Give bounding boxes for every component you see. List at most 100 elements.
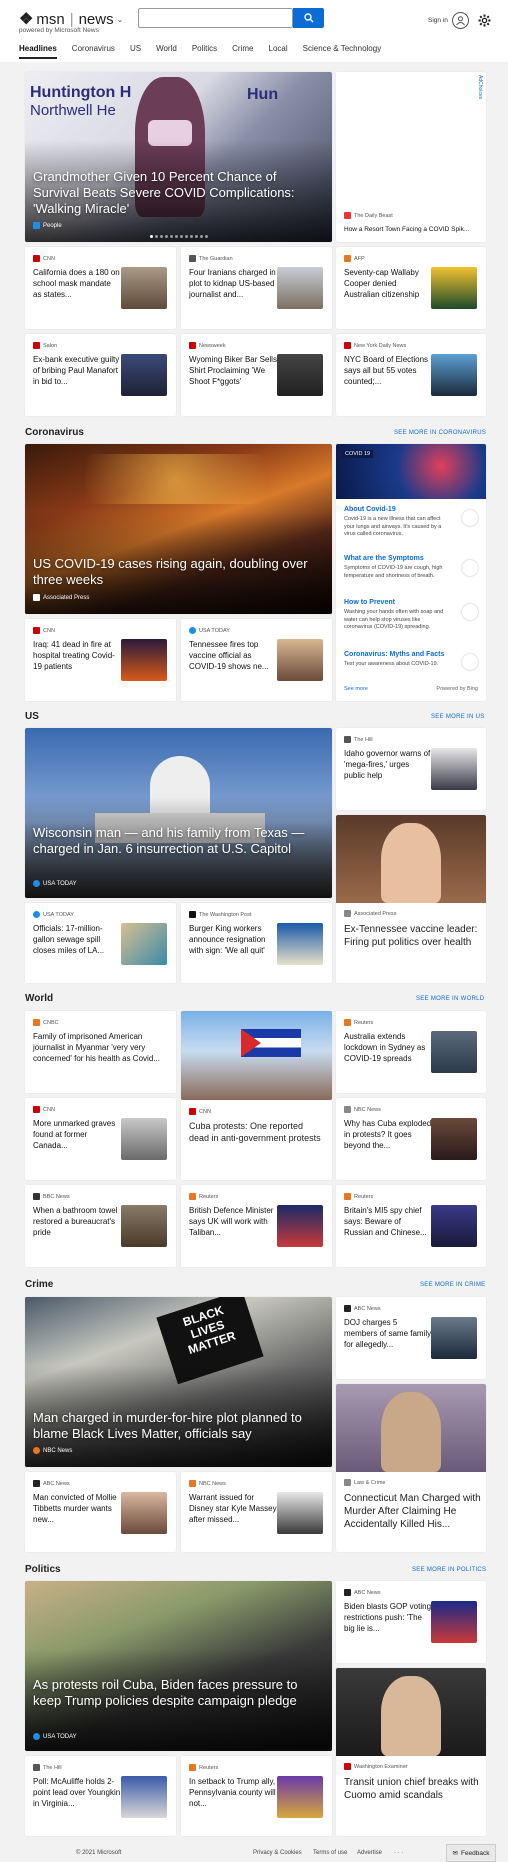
coronavirus-hero-card[interactable]: US COVID-19 cases rising again, doubling… — [25, 444, 332, 614]
ad-title[interactable]: How a Resort Town Facing a COVID Spik... — [344, 226, 469, 233]
thumbnail — [121, 1492, 167, 1534]
news-card[interactable]: The Hill Idaho governor warns of 'mega-f… — [336, 728, 486, 810]
news-card[interactable]: CNN California does a 180 on school mask… — [25, 247, 176, 329]
covid-myths[interactable]: Coronavirus: Myths and Facts Test your aw… — [344, 651, 474, 669]
news-card[interactable]: CNN More unmarked graves found at former… — [25, 1098, 176, 1180]
news-card[interactable]: Reuters British Defence Minister says UK… — [181, 1185, 332, 1267]
thumbnail — [431, 354, 477, 396]
nav-headlines[interactable]: Headlines — [19, 44, 57, 59]
feedback-icon: ✉ — [452, 1850, 458, 1857]
thumbnail — [431, 1031, 477, 1073]
news-card-large[interactable]: Law & Crime Connecticut Man Charged with… — [336, 1384, 486, 1552]
gear-icon[interactable] — [476, 12, 492, 28]
signin-link[interactable]: Sign in — [428, 17, 448, 24]
news-card[interactable]: NBC News Why has Cuba exploded in protes… — [336, 1098, 486, 1180]
news-card[interactable]: The Washington Post Burger King workers … — [181, 903, 332, 983]
thumbnail — [431, 1601, 477, 1643]
search-icon — [303, 13, 313, 23]
crime-hero-card[interactable]: BLACK LIVES MATTER Man charged in murder… — [25, 1297, 332, 1467]
covid-see-more[interactable]: See more — [344, 686, 368, 692]
thumbnail — [431, 1118, 477, 1160]
thumbnail — [431, 267, 477, 309]
nav-coronavirus[interactable]: Coronavirus — [72, 44, 115, 59]
news-card[interactable]: ABC News Biden blasts GOP voting restric… — [336, 1581, 486, 1663]
header: ❖ msn | news ⌄ powered by Microsoft News… — [0, 0, 508, 62]
news-card[interactable]: ABC News DOJ charges 5 members of same f… — [336, 1297, 486, 1379]
nav-world[interactable]: World — [156, 44, 177, 59]
hero-title[interactable]: Man charged in murder-for-hire plot plan… — [33, 1410, 323, 1442]
news-card[interactable]: AFP Seventy-cap Wallaby Cooper denied Au… — [336, 247, 486, 329]
news-card[interactable]: USA TODAY Officials: 17-million-gallon s… — [25, 903, 176, 983]
hero-card[interactable]: Huntington H Northwell He Hun Grandmothe… — [25, 72, 332, 242]
news-card[interactable]: NBC News Warrant issued for Disney star … — [181, 1472, 332, 1552]
see-more-us[interactable]: SEE MORE IN US — [431, 714, 485, 720]
see-more-world[interactable]: SEE MORE IN WORLD — [416, 996, 484, 1002]
covid-about[interactable]: About Covid-19 Covid-19 is a new illness … — [344, 506, 474, 539]
see-more-coronavirus[interactable]: SEE MORE IN CORONAVIRUS — [394, 430, 486, 436]
butterfly-icon: ❖ — [19, 11, 34, 28]
news-card[interactable]: The Guardian Four Iranians charged in pl… — [181, 247, 332, 329]
news-card[interactable]: New York Daily News NYC Board of Electio… — [336, 334, 486, 416]
news-card-large[interactable]: Associated Press Ex-Tennessee vaccine le… — [336, 815, 486, 983]
msn-logo[interactable]: ❖ msn | news ⌄ — [19, 9, 123, 29]
news-card[interactable]: ABC News Man convicted of Mollie Tibbett… — [25, 1472, 176, 1552]
see-more-politics[interactable]: SEE MORE IN POLITICS — [412, 1567, 486, 1573]
news-card-text[interactable]: CNBC Family of imprisoned American journ… — [25, 1011, 176, 1093]
section-title-world: World — [25, 993, 54, 1004]
person-photo — [381, 823, 441, 903]
lungs-icon — [462, 510, 478, 526]
feedback-button[interactable]: ✉ Feedback — [446, 1844, 496, 1862]
see-more-crime[interactable]: SEE MORE IN CRIME — [420, 1282, 485, 1288]
handwash-icon — [462, 604, 478, 620]
section-title-us: US — [25, 711, 39, 722]
copyright: © 2021 Microsoft — [76, 1850, 122, 1856]
news-card[interactable]: Salon Ex-bank executive guilty of bribin… — [25, 334, 176, 416]
covid-symptoms[interactable]: What are the Symptoms Symptoms of COVID-1… — [344, 555, 474, 580]
privacy-link[interactable]: Privacy & Cookies — [253, 1850, 302, 1856]
thumbnail — [431, 1205, 477, 1247]
news-card[interactable]: BBC News When a bathroom towel restored … — [25, 1185, 176, 1267]
thumbnail — [431, 748, 477, 790]
news-card[interactable]: Reuters In setback to Trump ally, Pennsy… — [181, 1756, 332, 1836]
news-card[interactable]: Newsweek Wyoming Biker Bar Sells Shirt P… — [181, 334, 332, 416]
news-card-text[interactable]: CNN Cuba protests: One reported dead in … — [181, 1100, 332, 1180]
search-button[interactable] — [293, 8, 324, 28]
image-card[interactable] — [181, 1011, 332, 1100]
news-card[interactable]: CNN Iraq: 41 dead in fire at hospital tr… — [25, 619, 176, 701]
hero-title[interactable]: US COVID-19 cases rising again, doubling… — [33, 556, 323, 588]
news-card-large[interactable]: Washington Examiner Transit union chief … — [336, 1668, 486, 1836]
thumbnail — [277, 267, 323, 309]
news-card[interactable]: USA TODAY Tennessee fires top vaccine of… — [181, 619, 332, 701]
more-link[interactable]: · · · — [394, 1850, 403, 1856]
thumbnail — [121, 1118, 167, 1160]
nav-bar: Headlines Coronavirus US World Politics … — [19, 44, 396, 59]
nav-science-technology[interactable]: Science & Technology — [303, 44, 382, 59]
covid-prevent[interactable]: How to Prevent Washing your hands often w… — [344, 599, 474, 632]
carousel-dots[interactable] — [25, 235, 332, 238]
hero-title[interactable]: Grandmother Given 10 Percent Chance of S… — [33, 169, 323, 217]
covid-info-panel: COVID 19 About Covid-19 Covid-19 is a new… — [336, 444, 486, 701]
ad-card[interactable]: AdChoices The Daily Beast How a Resort T… — [336, 72, 486, 242]
hero-title[interactable]: As protests roil Cuba, Biden faces press… — [33, 1677, 323, 1709]
thumbnail — [277, 1205, 323, 1247]
adchoices-label[interactable]: AdChoices — [477, 75, 483, 99]
nav-local[interactable]: Local — [269, 44, 288, 59]
news-card[interactable]: Reuters Britain's MI5 spy chief says: Be… — [336, 1185, 486, 1267]
nav-politics[interactable]: Politics — [192, 44, 217, 59]
politics-hero-card[interactable]: As protests roil Cuba, Biden faces press… — [25, 1581, 332, 1751]
search-input[interactable] — [138, 8, 293, 28]
advertise-link[interactable]: Advertise — [357, 1850, 382, 1856]
news-card[interactable]: The Hill Poll: McAuliffe holds 2-point l… — [25, 1756, 176, 1836]
us-hero-card[interactable]: Wisconsin man — and his family from Texa… — [25, 728, 332, 898]
news-card[interactable]: Reuters Australia extends lockdown in Sy… — [336, 1011, 486, 1093]
chevron-down-icon[interactable]: ⌄ — [117, 15, 124, 24]
avatar-icon[interactable] — [452, 12, 469, 29]
thermometer-icon — [462, 560, 478, 576]
nav-us[interactable]: US — [130, 44, 141, 59]
hero-title[interactable]: Wisconsin man — and his family from Texa… — [33, 825, 323, 857]
thumbnail — [277, 639, 323, 681]
thumbnail — [121, 1776, 167, 1818]
nav-crime[interactable]: Crime — [232, 44, 253, 59]
terms-link[interactable]: Terms of use — [313, 1850, 347, 1856]
thumbnail — [277, 354, 323, 396]
